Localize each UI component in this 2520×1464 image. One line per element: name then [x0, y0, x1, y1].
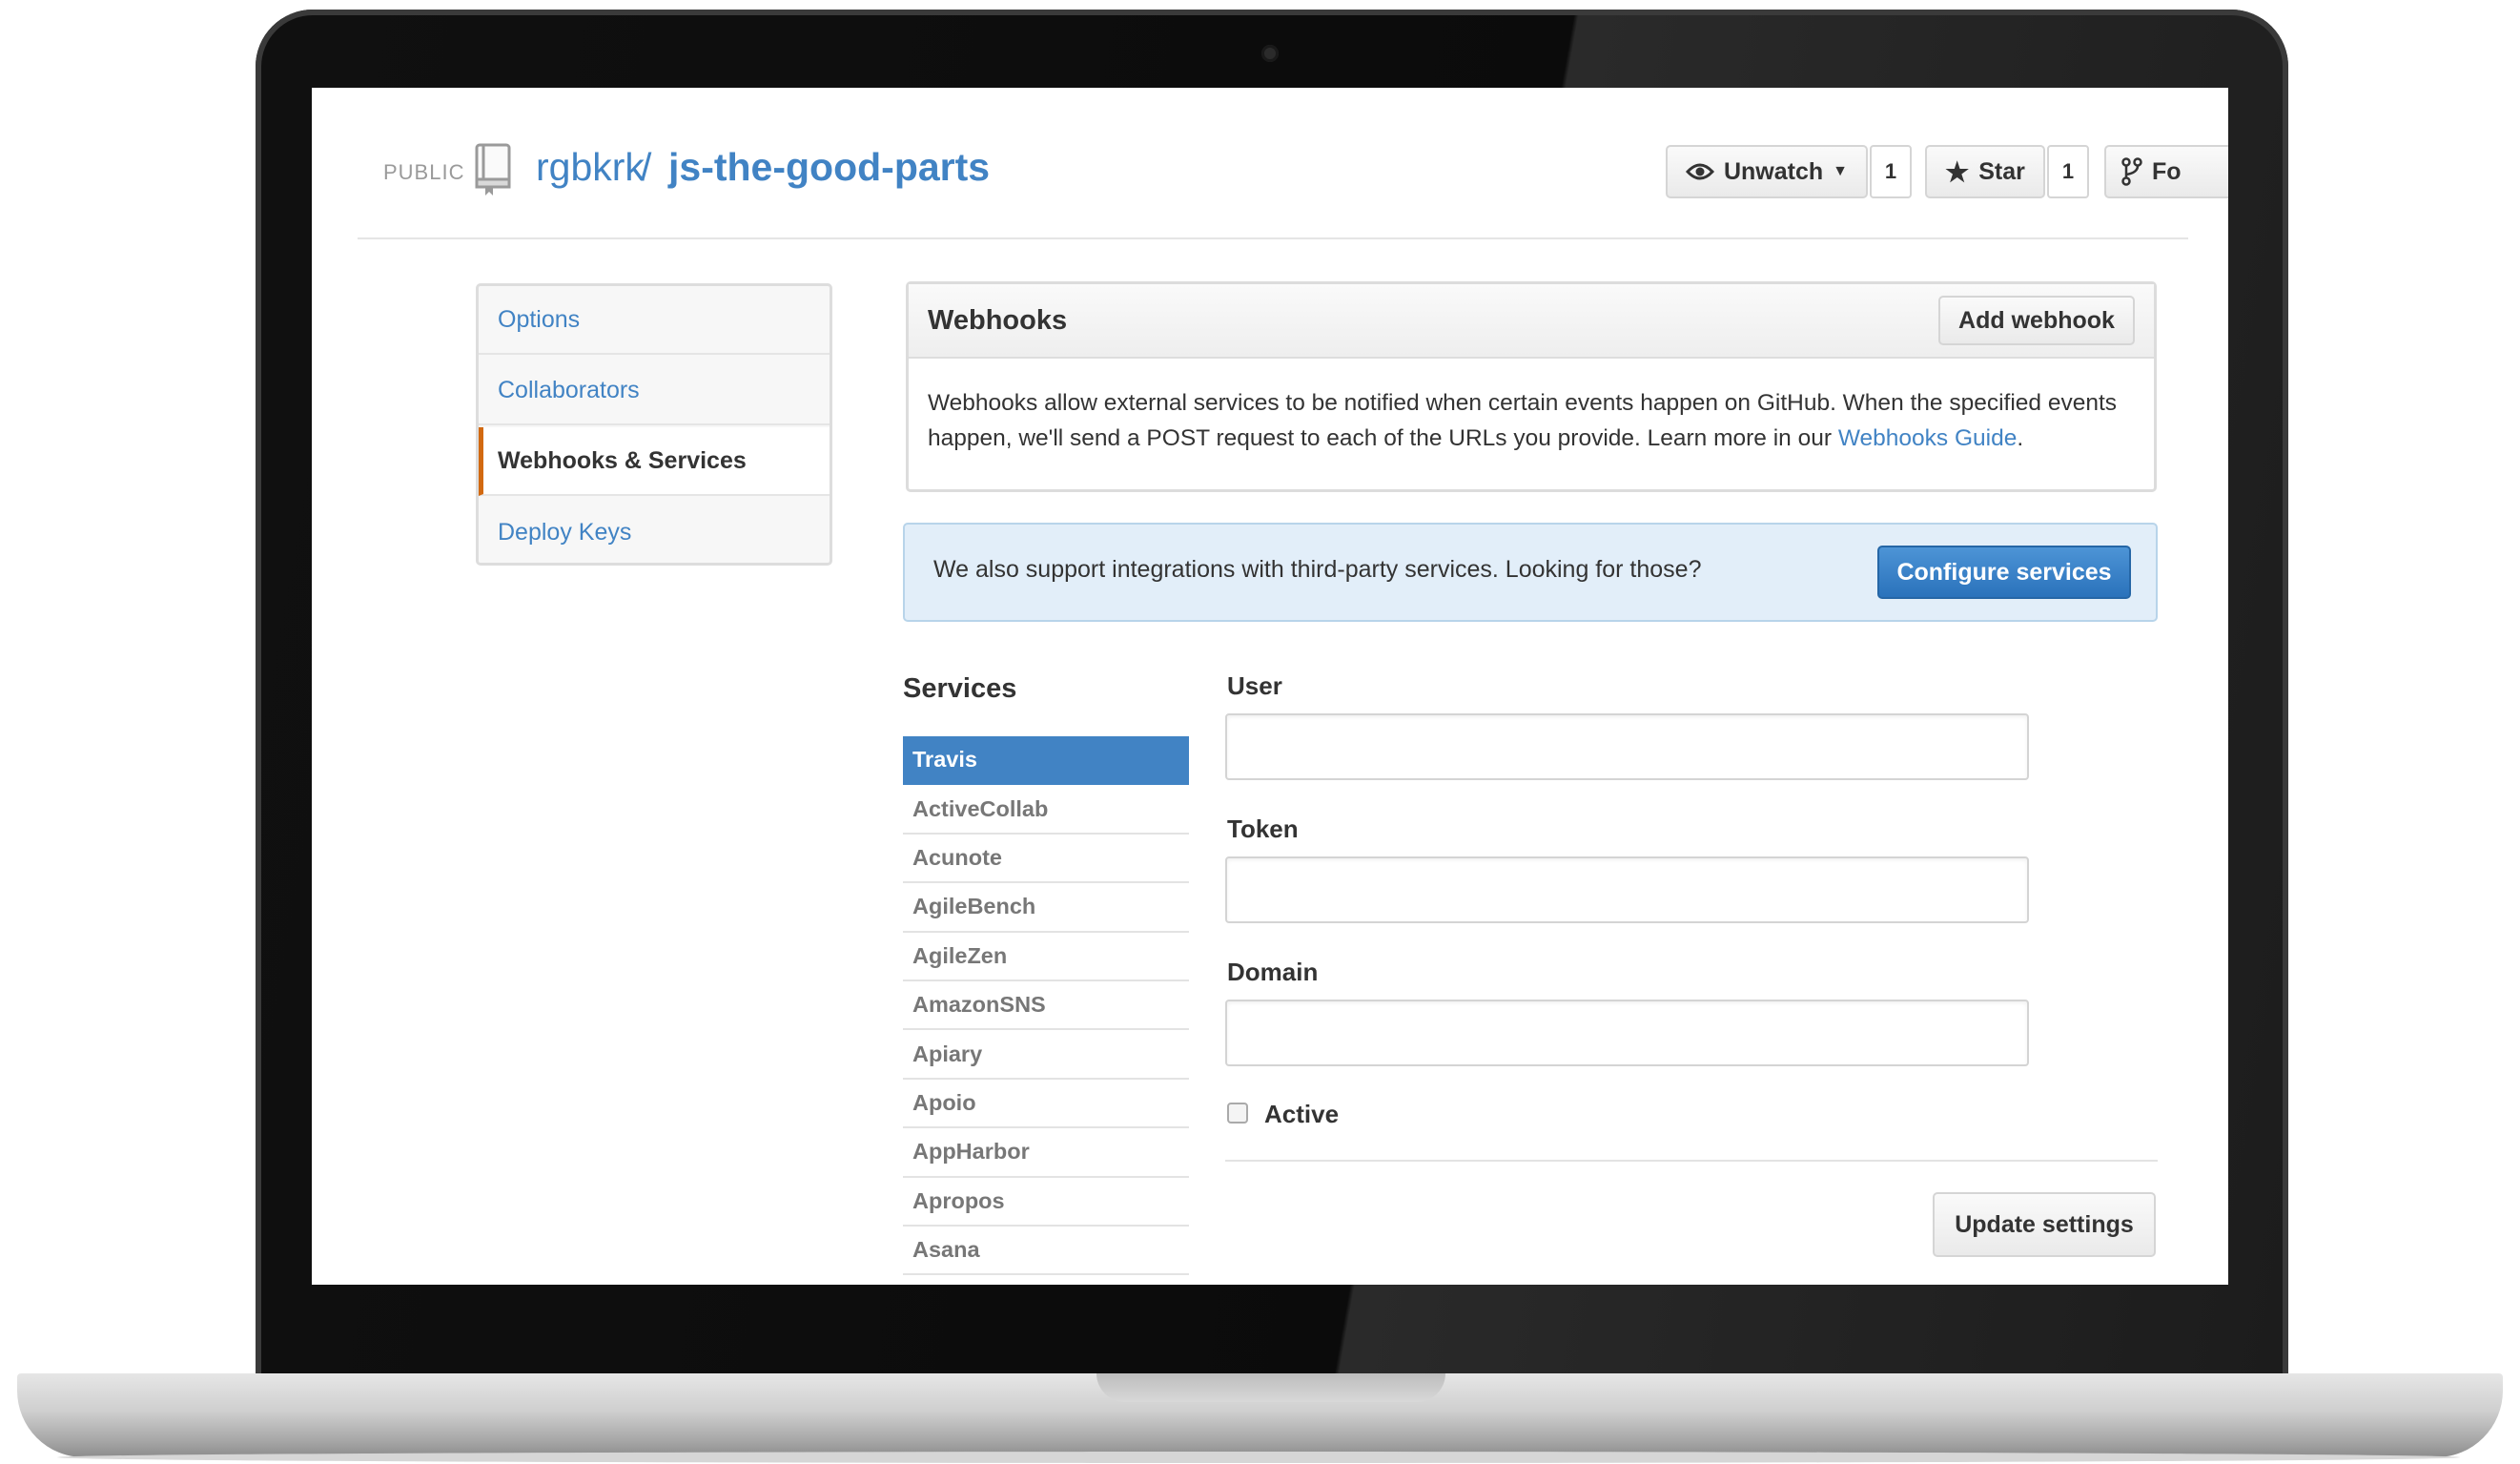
service-item-apoio[interactable]: Apoio [903, 1080, 1189, 1129]
webhooks-description-suffix: . [2017, 425, 2024, 451]
active-checkbox[interactable] [1227, 1103, 1248, 1124]
fork-button[interactable]: Fo [2104, 145, 2228, 198]
laptop-shadow [57, 1452, 2460, 1463]
menu-item-deploy-keys[interactable]: Deploy Keys [479, 498, 830, 567]
menu-item-options[interactable]: Options [479, 286, 830, 355]
header-divider [358, 237, 2188, 239]
webhooks-panel-header: Webhooks Add webhook [909, 284, 2154, 359]
integrations-text: We also support integrations with third-… [933, 556, 1702, 583]
domain-input[interactable] [1225, 1000, 2029, 1066]
token-label: Token [1227, 814, 1299, 843]
chevron-down-icon: ▼ [1833, 163, 1849, 179]
unwatch-button[interactable]: Unwatch ▼ [1666, 145, 1868, 198]
star-button[interactable]: ★ Star [1925, 145, 2045, 198]
token-input[interactable] [1225, 856, 2029, 923]
service-item-agilebench[interactable]: AgileBench [903, 883, 1189, 933]
service-item-apropos[interactable]: Apropos [903, 1178, 1189, 1227]
services-list: Travis ActiveCollab Acunote AgileBench A… [903, 736, 1189, 1276]
menu-item-collaborators[interactable]: Collaborators [479, 357, 830, 425]
star-count[interactable]: 1 [2047, 145, 2089, 198]
service-item-travis[interactable]: Travis [903, 736, 1189, 786]
unwatch-label: Unwatch [1723, 157, 1824, 185]
repo-owner-link[interactable]: rgbkrk [536, 145, 645, 190]
repo-path-separator: / [641, 145, 652, 189]
menu-item-webhooks-services[interactable]: Webhooks & Services [479, 427, 830, 496]
laptop-base-notch [1096, 1373, 1445, 1402]
fork-icon [2121, 157, 2142, 186]
star-label: Star [1978, 157, 2025, 185]
service-item-agilezen[interactable]: AgileZen [903, 933, 1189, 981]
form-divider [1225, 1160, 2158, 1162]
user-input[interactable] [1225, 713, 2029, 780]
webhooks-title: Webhooks [928, 305, 1068, 336]
browser-screen: PUBLIC rgbkrk / js-the-good-parts Unwatc… [312, 88, 2228, 1285]
repo-name-link[interactable]: js-the-good-parts [668, 145, 990, 190]
star-icon: ★ [1945, 156, 1970, 187]
domain-label: Domain [1227, 958, 1319, 986]
camera [1261, 45, 1279, 62]
webhooks-guide-link[interactable]: Webhooks Guide [1838, 425, 2018, 451]
webhooks-panel: Webhooks Add webhook Webhooks allow exte… [906, 281, 2157, 492]
service-item-acunote[interactable]: Acunote [903, 835, 1189, 884]
user-label: User [1227, 671, 1282, 700]
settings-menu: Options Collaborators Webhooks & Service… [476, 283, 832, 566]
add-webhook-button[interactable]: Add webhook [1938, 296, 2135, 345]
fork-label: Fo [2152, 157, 2182, 185]
service-item-amazonsns[interactable]: AmazonSNS [903, 981, 1189, 1031]
webhooks-description: Webhooks allow external services to be n… [928, 385, 2139, 456]
configure-services-button[interactable]: Configure services [1877, 546, 2131, 599]
repo-icon [475, 143, 511, 196]
integrations-banner: We also support integrations with third-… [903, 523, 2158, 622]
services-title: Services [903, 673, 1017, 704]
visibility-label: PUBLIC [383, 160, 465, 184]
eye-icon [1685, 163, 1714, 180]
update-settings-button[interactable]: Update settings [1933, 1192, 2156, 1257]
service-item-activecollab[interactable]: ActiveCollab [903, 785, 1189, 835]
active-label: Active [1264, 1100, 1340, 1128]
service-item-asana[interactable]: Asana [903, 1227, 1189, 1276]
service-item-appharbor[interactable]: AppHarbor [903, 1128, 1189, 1178]
service-item-apiary[interactable]: Apiary [903, 1030, 1189, 1080]
watch-count[interactable]: 1 [1870, 145, 1912, 198]
